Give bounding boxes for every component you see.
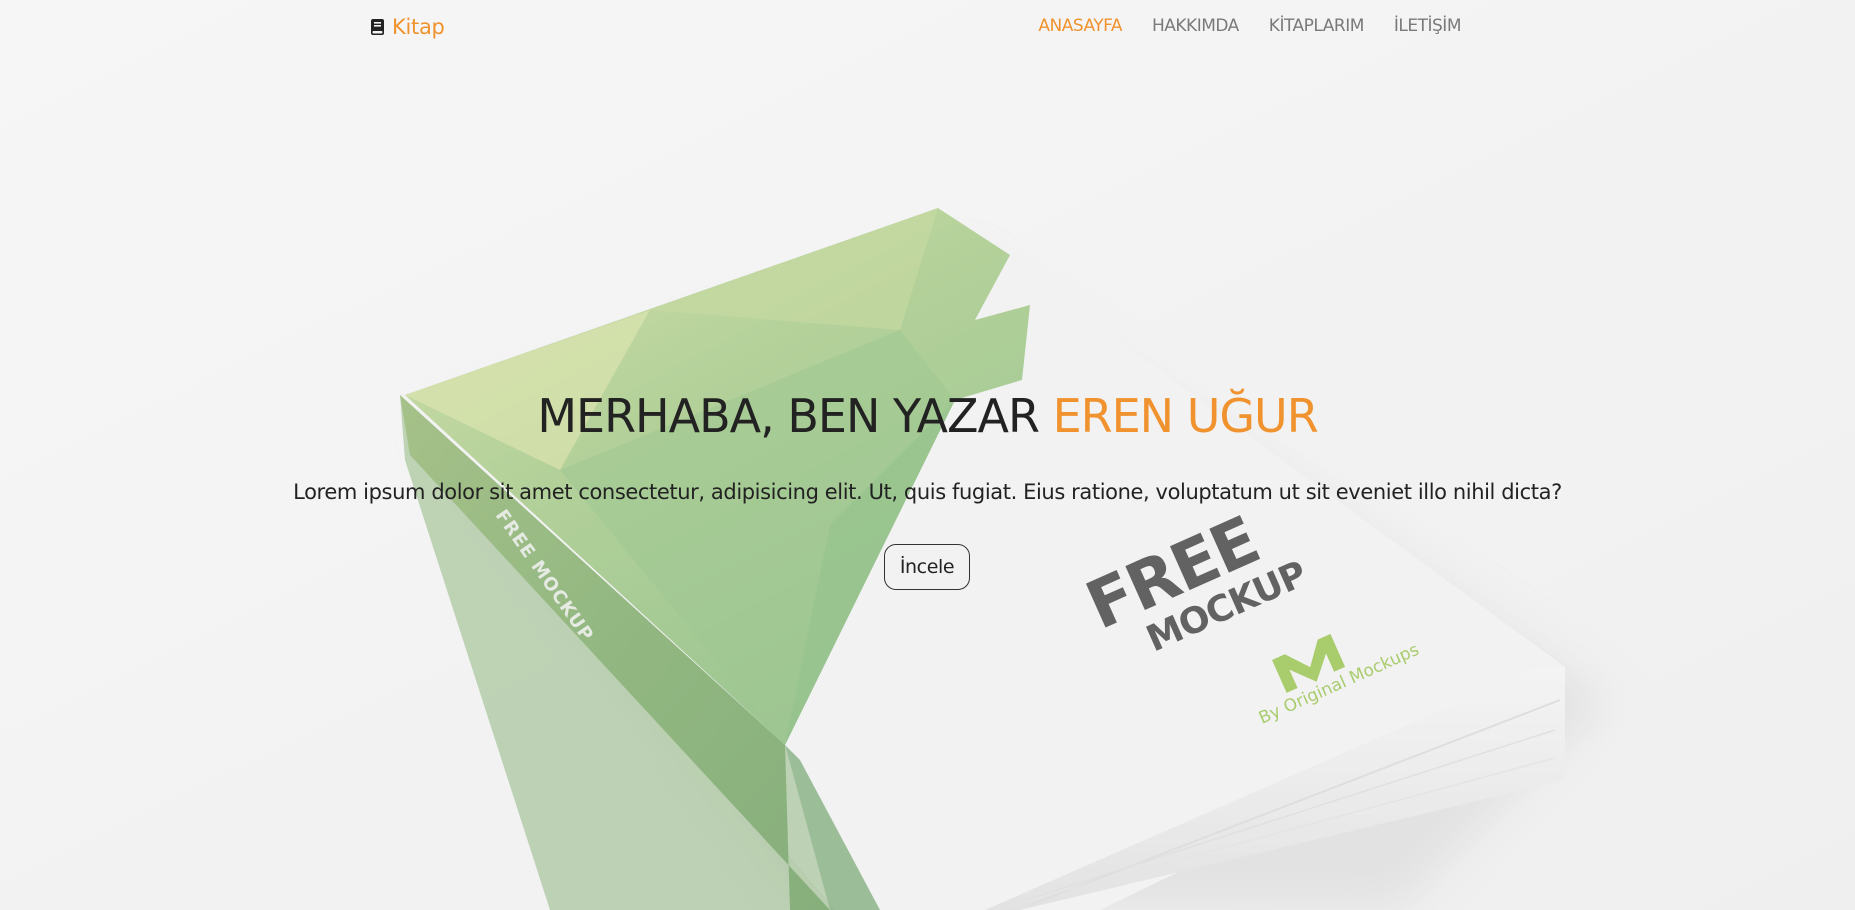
nav-item-anasayfa[interactable]: ANASAYFA bbox=[1038, 16, 1122, 36]
brand-name: Kitap bbox=[392, 15, 445, 39]
nav-item-iletisim[interactable]: İLETİŞİM bbox=[1394, 16, 1462, 36]
nav-item-kitaplarim[interactable]: KİTAPLARIM bbox=[1269, 16, 1365, 36]
incele-button[interactable]: İncele bbox=[884, 544, 970, 590]
nav-item-hakkimda[interactable]: HAKKIMDA bbox=[1152, 16, 1239, 36]
hero-title: MERHABA, BEN YAZAR EREN UĞUR bbox=[0, 388, 1855, 444]
top-navbar: Kitap ANASAYFA HAKKIMDA KİTAPLARIM İLETİ… bbox=[0, 0, 1855, 56]
hero-overlay bbox=[0, 0, 1855, 910]
hero-subtitle: Lorem ipsum dolor sit amet consectetur, … bbox=[293, 480, 1562, 504]
book-icon bbox=[371, 19, 384, 35]
brand-link[interactable]: Kitap bbox=[371, 15, 445, 39]
hero-title-main: MERHABA, BEN YAZAR bbox=[537, 389, 1053, 443]
nav-menu: ANASAYFA HAKKIMDA KİTAPLARIM İLETİŞİM bbox=[1008, 16, 1461, 36]
hero-title-author: EREN UĞUR bbox=[1052, 389, 1319, 443]
